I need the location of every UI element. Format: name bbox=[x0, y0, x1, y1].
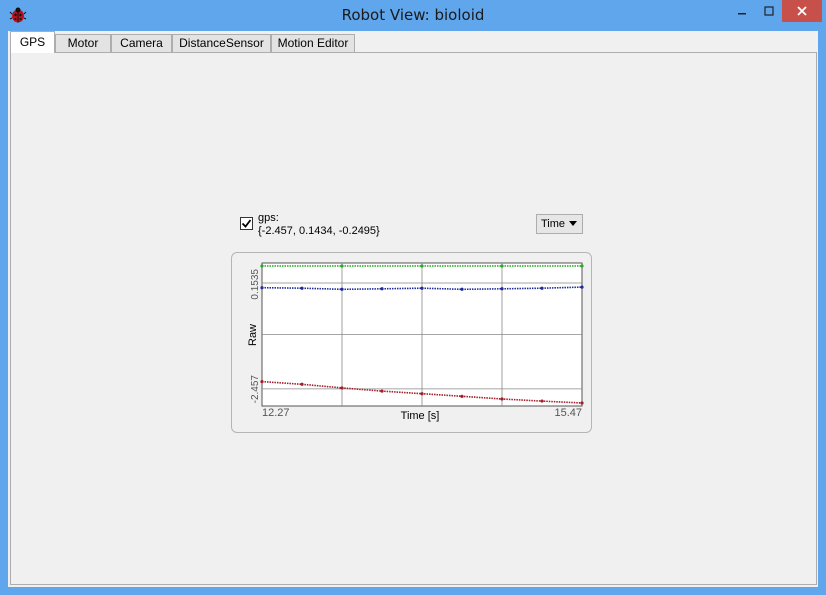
series-2-point-7 bbox=[540, 399, 544, 403]
series-0-point-3 bbox=[500, 264, 504, 268]
minimize-icon bbox=[738, 13, 746, 15]
gps-plot-svg: 0.1535 -2.457 Raw 12.27 15.47 Time [s] bbox=[247, 262, 584, 422]
tab-motion-editor[interactable]: Motion Editor bbox=[271, 34, 355, 53]
series-2-point-4 bbox=[420, 392, 424, 396]
close-icon bbox=[797, 6, 807, 16]
plot-mode-dropdown[interactable]: Time bbox=[536, 214, 583, 234]
tab-camera[interactable]: Camera bbox=[111, 34, 172, 53]
y-axis-label: Raw bbox=[247, 324, 259, 346]
gps-checkbox[interactable] bbox=[240, 217, 253, 230]
close-button[interactable] bbox=[782, 0, 822, 22]
series-0-point-1 bbox=[340, 264, 344, 268]
minimize-button[interactable] bbox=[728, 0, 756, 22]
x-tick-label-left: 12.27 bbox=[262, 407, 290, 419]
series-2-point-1 bbox=[300, 382, 304, 386]
series-1-point-1 bbox=[300, 286, 304, 290]
y-tick-label-bottom: -2.457 bbox=[250, 375, 261, 404]
y-tick-label-top: 0.1535 bbox=[250, 269, 261, 300]
series-0-point-2 bbox=[420, 264, 424, 268]
series-0-point-0 bbox=[260, 264, 264, 268]
dropdown-arrow-icon bbox=[569, 221, 577, 226]
series-2-point-2 bbox=[340, 386, 344, 390]
maximize-icon bbox=[764, 6, 774, 16]
gps-value: {-2.457, 0.1434, -0.2495} bbox=[258, 225, 380, 237]
tab-distance-sensor[interactable]: DistanceSensor bbox=[172, 34, 271, 53]
series-0-point-4 bbox=[580, 264, 584, 268]
series-2-point-6 bbox=[500, 397, 504, 401]
series-1-point-6 bbox=[500, 287, 504, 291]
maximize-button[interactable] bbox=[756, 0, 782, 22]
window-title: Robot View: bioloid bbox=[341, 6, 485, 24]
x-axis-label: Time [s] bbox=[401, 410, 440, 422]
tab-bar: GPS Motor Camera DistanceSensor Motion E… bbox=[8, 31, 818, 53]
checkmark-icon bbox=[241, 219, 252, 228]
series-1-point-2 bbox=[340, 287, 344, 291]
gps-label: gps: bbox=[258, 212, 279, 224]
series-1-point-3 bbox=[380, 287, 384, 291]
series-1-point-8 bbox=[580, 285, 584, 289]
gps-plot: 0.1535 -2.457 Raw 12.27 15.47 Time [s] bbox=[231, 252, 592, 433]
x-tick-label-right: 15.47 bbox=[554, 407, 582, 419]
series-1-point-7 bbox=[540, 286, 544, 290]
dropdown-selected: Time bbox=[541, 218, 566, 230]
series-1-point-5 bbox=[460, 287, 464, 291]
robot-view-window: Robot View: bioloid GPS Motor Camera Dis… bbox=[0, 0, 826, 595]
series-2-point-5 bbox=[460, 394, 464, 398]
title-bar[interactable]: Robot View: bioloid bbox=[0, 0, 826, 30]
tab-gps[interactable]: GPS bbox=[10, 31, 55, 53]
series-2-point-8 bbox=[580, 401, 584, 405]
series-1-point-4 bbox=[420, 286, 424, 290]
tab-motor[interactable]: Motor bbox=[55, 34, 111, 53]
series-2-point-3 bbox=[380, 389, 384, 393]
